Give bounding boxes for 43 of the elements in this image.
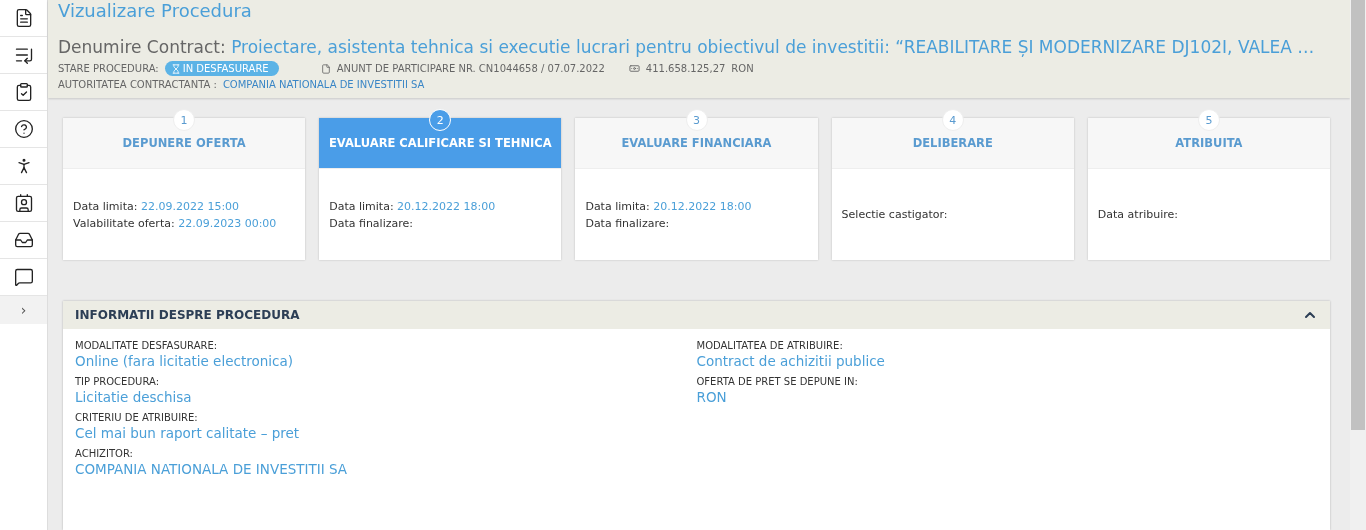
field-value: Online (fara licitatie electronica) — [75, 352, 294, 371]
step-detail: Data limita: 20.12.2022 18:00 — [585, 198, 753, 215]
step-detail: Valabilitate oferta: 22.09.2023 00:00 — [73, 215, 278, 232]
field-value: Contract de achizitii publice — [696, 352, 886, 371]
step-number: 1 — [173, 109, 196, 131]
notice-text: ANUNT DE PARTICIPARE NR. CN1044658 / 07.07.2022 — [336, 63, 605, 74]
step-number: 5 — [1197, 109, 1220, 131]
step-detail: Data atribuire: — [1097, 207, 1179, 223]
field-label: ACHIZITOR: — [75, 448, 134, 459]
step-detail: Data finalizare: — [329, 215, 414, 232]
id-card-icon[interactable] — [13, 193, 34, 213]
page-title: Vizualizare Procedura — [58, 0, 253, 22]
money-icon — [628, 63, 640, 74]
tray-icon[interactable] — [13, 230, 34, 250]
help-icon[interactable] — [13, 119, 34, 139]
chat-icon[interactable] — [13, 267, 34, 287]
expand-button[interactable]: › — [0, 296, 47, 324]
field-label: TIP PROCEDURA: — [75, 376, 160, 387]
authority-link[interactable]: COMPANIA NATIONALA DE INVESTITII SA — [222, 79, 425, 90]
field-value: Licitatie deschisa — [75, 388, 193, 407]
field-value: Cel mai bun raport calitate – pret — [75, 424, 301, 443]
step-detail: Data limita: 22.09.2022 15:00 — [73, 198, 241, 215]
field-label: MODALITATE DESFASURARE: — [75, 340, 219, 351]
step-number: 4 — [941, 109, 964, 131]
currency-text: RON — [731, 63, 754, 74]
panel-title: INFORMATII DESPRE PROCEDURA — [75, 308, 300, 322]
field-value: COMPANIA NATIONALA DE INVESTITII SA — [75, 460, 349, 479]
step-detail: Data finalizare: — [585, 215, 671, 232]
step-detail: Data limita: 20.12.2022 18:00 — [329, 198, 497, 215]
status-badge: IN DESFASURARE — [164, 61, 279, 76]
status-label: STARE PROCEDURA: — [58, 63, 159, 74]
authority-label: AUTORITATEA CONTRACTANTA : — [58, 79, 217, 90]
field-label: CRITERIU DE ATRIBUIRE: — [75, 412, 199, 423]
scrollbar[interactable] — [1350, 0, 1366, 530]
field-value: RON — [696, 388, 728, 407]
step-detail: Selectie castigator: — [841, 207, 949, 223]
step-number: 3 — [685, 109, 708, 131]
field-label: MODALITATEA DE ATRIBUIRE: — [696, 340, 844, 351]
amount-text: 411.658.125,27 — [645, 63, 726, 74]
contract-name: Denumire Contract: Proiectare, asistenta tehnica si executie lucrari pentru obiectivul de investitii: “REABILITARE ȘI MODERNIZARE DJ102I, VALEA … — [58, 36, 1316, 58]
step-number: 2 — [429, 109, 452, 131]
document-icon — [320, 63, 331, 74]
field-label: OFERTA DE PRET SE DEPUNE IN: — [696, 376, 859, 387]
